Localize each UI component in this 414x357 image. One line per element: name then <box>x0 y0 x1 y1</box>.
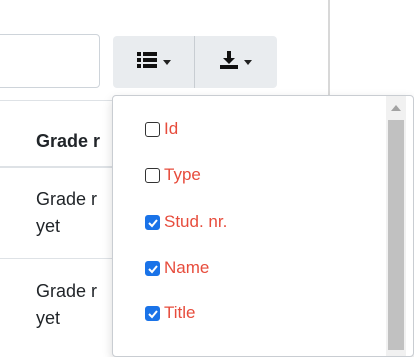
scrollbar-thumb[interactable] <box>388 120 404 350</box>
column-option-label: Name <box>164 258 210 277</box>
table-top-border <box>0 100 114 101</box>
column-option-label: Type <box>164 165 201 184</box>
columns-dropdown-menu: Id Type Stud. nr. Name Title <box>112 95 414 357</box>
column-option-type[interactable]: Type <box>145 165 201 185</box>
checkbox-checked[interactable] <box>145 305 160 321</box>
column-header-grade[interactable]: Grade r <box>36 131 100 152</box>
table-cell-grade: Grade r yet <box>36 281 98 328</box>
list-icon <box>136 51 157 73</box>
search-input[interactable] <box>0 34 100 88</box>
chevron-down-icon <box>244 59 252 65</box>
checkbox-checked[interactable] <box>145 214 160 230</box>
column-option-label: Title <box>164 303 196 322</box>
checkbox-checked[interactable] <box>145 260 160 276</box>
checkbox[interactable] <box>145 167 160 183</box>
table-cell-grade: Grade r yet <box>36 189 98 236</box>
column-option-title[interactable]: Title <box>145 303 196 323</box>
export-button[interactable] <box>195 36 277 88</box>
row-divider <box>0 258 114 259</box>
download-icon <box>220 50 238 74</box>
checkbox[interactable] <box>145 121 160 137</box>
column-option-label: Id <box>164 119 179 138</box>
columns-toggle-button[interactable] <box>113 36 195 88</box>
table-header-border <box>0 166 114 168</box>
column-option-id[interactable]: Id <box>145 119 178 139</box>
column-option-name[interactable]: Name <box>145 258 209 278</box>
chevron-down-icon <box>162 59 171 65</box>
column-option-stud-nr[interactable]: Stud. nr. <box>145 212 227 232</box>
column-option-label: Stud. nr. <box>164 212 228 231</box>
scroll-up-arrow-icon[interactable] <box>391 105 401 111</box>
